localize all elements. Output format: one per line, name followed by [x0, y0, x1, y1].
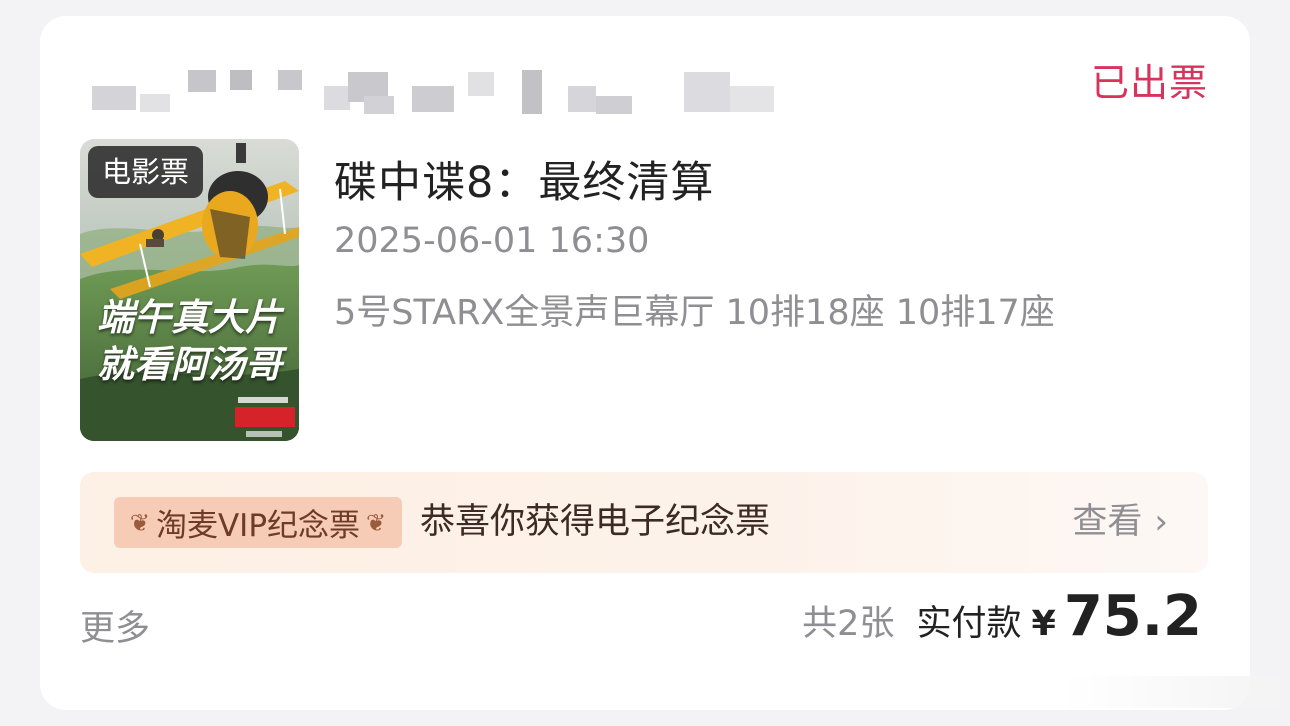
poster-slogan-line1: 端午真大片	[97, 296, 282, 339]
movie-ticket-badge: 电影票	[88, 146, 204, 198]
order-status-label: 已出票	[1090, 61, 1208, 105]
show-time: 2025-06-01 16:30	[334, 221, 650, 261]
ticket-count: 共2张	[802, 604, 895, 644]
cinema-name-blurred	[92, 66, 812, 130]
view-label: 查看	[1072, 502, 1143, 542]
payment-summary: 共2张 实付款 ¥ 75.2	[802, 584, 1202, 649]
movie-poster[interactable]: 电影票 端午真大片 就看阿汤哥	[80, 139, 299, 441]
chevron-right-icon: ›	[1154, 502, 1168, 542]
vip-commemorative-banner[interactable]: ❦ 淘麦VIP纪念票 ❦ 恭喜你获得电子纪念票 查看 ›	[80, 472, 1208, 573]
vip-ticket-tag-label: 淘麦VIP纪念票	[155, 508, 361, 544]
paid-amount-label: 实付款	[916, 604, 1022, 644]
poster-slogan-line2: 就看阿汤哥	[97, 343, 282, 386]
order-card[interactable]: 已出票 电影票 端午真大片 就看阿汤哥 碟中谍8：最终清算 2025-06-01…	[40, 16, 1250, 710]
view-commemorative-link[interactable]: 查看 ›	[1072, 497, 1168, 548]
more-button[interactable]: 更多	[80, 600, 150, 651]
vip-message: 恭喜你获得电子纪念票	[420, 502, 771, 542]
hall-and-seats: 5号STARX全景声巨幕厅 10排18座 10排17座	[334, 293, 1055, 333]
wheat-laurel-icon: ❦	[366, 508, 387, 537]
wheat-laurel-icon: ❦	[129, 508, 150, 537]
movie-title[interactable]: 碟中谍8：最终清算	[334, 148, 714, 210]
edge-fade	[1060, 676, 1280, 708]
currency-symbol: ¥	[1031, 604, 1056, 644]
vip-ticket-tag: ❦ 淘麦VIP纪念票 ❦	[114, 497, 402, 548]
paid-amount: 75.2	[1063, 584, 1202, 649]
